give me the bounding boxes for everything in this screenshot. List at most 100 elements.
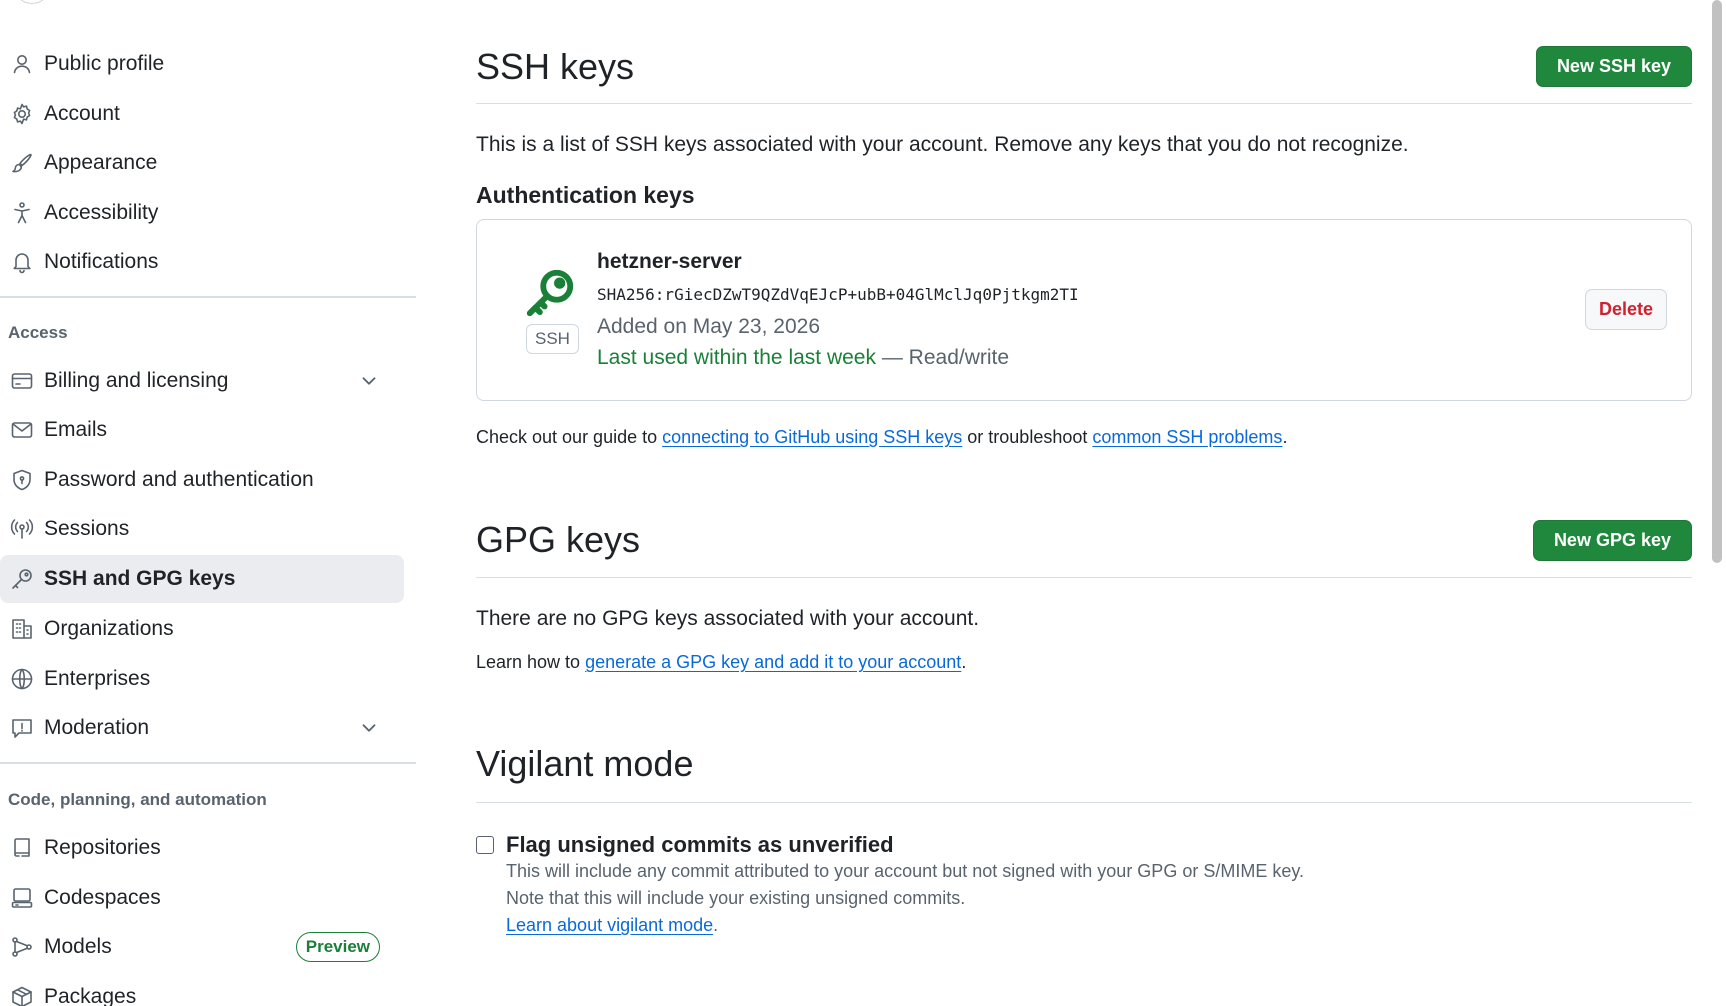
vigilant-learn-suffix: . — [713, 915, 719, 935]
vigilant-section-header: Vigilant mode — [476, 740, 1692, 803]
ssh-key-usage: Last used within the last week — Read/wr… — [597, 346, 1009, 370]
key-icon — [0, 555, 44, 603]
ssh-keys-title: SSH keys — [476, 45, 635, 87]
key-icon — [523, 266, 577, 320]
authentication-keys-title: Authentication keys — [476, 182, 695, 208]
credit-card-icon — [0, 357, 44, 405]
accessibility-icon — [0, 189, 44, 237]
sidebar-item-ssh-gpg-keys[interactable]: SSH and GPG keys — [0, 555, 404, 603]
vigilant-learn-link[interactable]: Learn about vigilant mode — [506, 915, 713, 935]
sidebar-item-organizations[interactable]: Organizations — [0, 605, 404, 653]
sidebar-item-label: SSH and GPG keys — [44, 567, 236, 590]
ssh-description: This is a list of SSH keys associated wi… — [476, 133, 1409, 156]
avatar[interactable] — [12, 0, 52, 4]
sidebar-item-public-profile[interactable]: Public profile — [0, 40, 404, 88]
sidebar-item-label: Packages — [44, 985, 137, 1006]
ssh-key-access: — Read/write — [876, 346, 1010, 369]
mail-icon — [0, 406, 44, 454]
sidebar-item-notifications[interactable]: Notifications — [0, 238, 404, 286]
ssh-key-added-date: Added on May 23, 2026 — [597, 315, 821, 338]
sidebar-item-sessions[interactable]: Sessions — [0, 505, 404, 553]
repo-icon — [0, 824, 44, 872]
sidebar-item-label: Sessions — [44, 517, 130, 540]
report-icon — [0, 704, 44, 752]
broadcast-icon — [0, 505, 44, 553]
gpg-learn-text: Learn how to generate a GPG key and add … — [476, 652, 966, 673]
vigilant-checkbox-row: Flag unsigned commits as unverified — [476, 832, 894, 858]
vigilant-mode-checkbox[interactable] — [476, 836, 494, 854]
paintbrush-icon — [0, 139, 44, 187]
sidebar-item-label: Accessibility — [44, 201, 159, 224]
ssh-key-last-used: Last used within the last week — [597, 346, 876, 369]
vigilant-checkbox-label[interactable]: Flag unsigned commits as unverified — [506, 832, 894, 858]
sidebar-item-label: Repositories — [44, 836, 161, 859]
ssh-key-card: SSH hetzner-server SHA256:rGiecDZwT9QZdV… — [476, 219, 1692, 401]
gear-icon — [0, 90, 44, 138]
sidebar-item-repositories[interactable]: Repositories — [0, 824, 404, 872]
models-icon — [0, 923, 44, 971]
sidebar-item-appearance[interactable]: Appearance — [0, 139, 404, 187]
gpg-learn-prefix: Learn how to — [476, 652, 586, 672]
new-gpg-key-button[interactable]: New GPG key — [1532, 519, 1692, 561]
sidebar-group-title-access: Access — [8, 323, 68, 342]
sidebar-item-password[interactable]: Password and authentication — [0, 456, 404, 504]
new-ssh-key-button[interactable]: New SSH key — [1535, 46, 1692, 87]
sidebar-group-title-code: Code, planning, and automation — [8, 790, 267, 809]
settings-sidebar: Public profile Account Appearance Access… — [0, 0, 416, 1006]
sidebar-item-label: Appearance — [44, 151, 158, 174]
package-icon — [0, 973, 44, 1006]
sidebar-item-moderation[interactable]: Moderation — [0, 704, 404, 752]
sidebar-item-label: Emails — [44, 418, 108, 441]
ssh-guide-text: Check out our guide to connecting to Git… — [476, 427, 1287, 448]
preview-badge: Preview — [295, 932, 380, 962]
ssh-type-label: SSH — [526, 324, 579, 354]
vigilant-learn-text: Learn about vigilant mode. — [506, 915, 718, 936]
sidebar-item-label: Billing and licensing — [44, 369, 229, 392]
sidebar-divider — [0, 296, 416, 298]
scrollbar[interactable] — [1708, 0, 1726, 1006]
sidebar-item-billing[interactable]: Billing and licensing — [0, 357, 404, 405]
scrollbar-thumb[interactable] — [1712, 0, 1722, 563]
sidebar-item-codespaces[interactable]: Codespaces — [0, 874, 404, 922]
vigilant-note-1: This will include any commit attributed … — [506, 861, 1305, 881]
sidebar-item-label: Password and authentication — [44, 468, 314, 491]
gpg-empty-text: There are no GPG keys associated with yo… — [476, 607, 980, 630]
ssh-troubleshoot-link[interactable]: common SSH problems — [1092, 427, 1282, 447]
chevron-down-icon[interactable] — [358, 370, 380, 392]
sidebar-divider — [0, 762, 416, 764]
ssh-section-header: SSH keys New SSH key — [476, 44, 1692, 104]
organization-icon — [0, 605, 44, 653]
delete-ssh-key-button[interactable]: Delete — [1584, 289, 1667, 330]
globe-icon — [0, 655, 44, 703]
sidebar-item-enterprises[interactable]: Enterprises — [0, 655, 404, 703]
chevron-down-icon[interactable] — [358, 717, 380, 739]
gpg-learn-suffix: . — [961, 652, 967, 672]
sidebar-item-label: Enterprises — [44, 667, 151, 690]
sidebar-item-label: Notifications — [44, 250, 159, 273]
sidebar-item-label: Public profile — [44, 52, 165, 75]
ssh-key-name: hetzner-server — [597, 250, 742, 273]
person-icon — [0, 40, 44, 88]
sidebar-item-account[interactable]: Account — [0, 90, 404, 138]
bell-icon — [0, 238, 44, 286]
ssh-guide-prefix: Check out our guide to — [476, 427, 663, 447]
ssh-guide-middle: or troubleshoot — [962, 427, 1093, 447]
gpg-learn-link[interactable]: generate a GPG key and add it to your ac… — [585, 652, 961, 672]
gpg-section-header: GPG keys New GPG key — [476, 517, 1692, 578]
sidebar-item-accessibility[interactable]: Accessibility — [0, 189, 404, 237]
codespaces-icon — [0, 874, 44, 922]
sidebar-item-models[interactable]: Models Preview — [0, 923, 404, 971]
sidebar-item-emails[interactable]: Emails — [0, 406, 404, 454]
vigilant-note-2: Note that this will include your existin… — [506, 888, 966, 908]
sidebar-item-label: Models — [44, 935, 112, 958]
shield-icon — [0, 456, 44, 504]
sidebar-item-label: Account — [44, 102, 120, 125]
sidebar-item-label: Organizations — [44, 617, 174, 640]
vigilant-mode-title: Vigilant mode — [476, 743, 694, 784]
ssh-guide-suffix: . — [1282, 427, 1288, 447]
sidebar-item-label: Codespaces — [44, 886, 161, 909]
sidebar-item-packages[interactable]: Packages — [0, 973, 404, 1006]
sidebar-item-label: Moderation — [44, 716, 150, 739]
ssh-guide-link[interactable]: connecting to GitHub using SSH keys — [662, 427, 962, 447]
ssh-key-fingerprint: SHA256:rGiecDZwT9QZdVqEJcP+ubB+04GlMclJq… — [597, 285, 1079, 304]
